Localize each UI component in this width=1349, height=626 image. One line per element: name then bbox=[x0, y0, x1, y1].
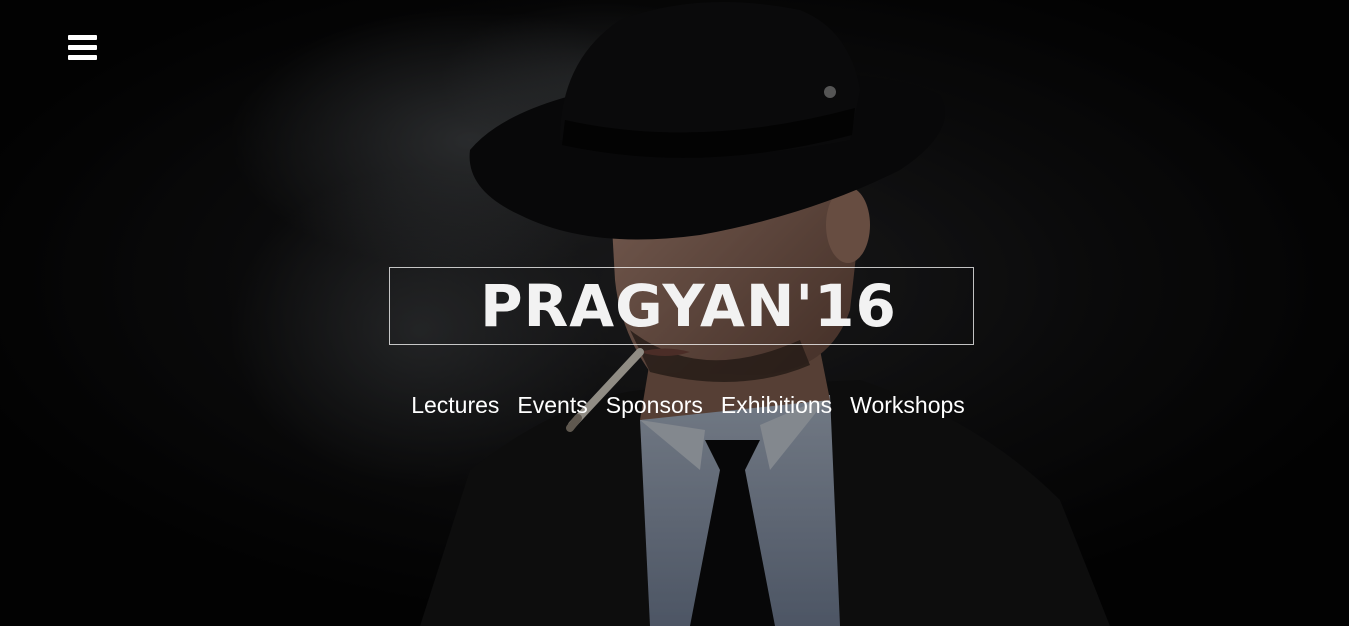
main-nav: Lectures Events Sponsors Exhibitions Wor… bbox=[389, 388, 987, 422]
hamburger-menu-icon[interactable] bbox=[68, 35, 97, 61]
nav-link-sponsors[interactable]: Sponsors bbox=[606, 388, 703, 422]
nav-link-workshops[interactable]: Workshops bbox=[850, 388, 965, 422]
menu-bar bbox=[68, 55, 97, 60]
nav-link-events[interactable]: Events bbox=[517, 388, 587, 422]
hero-section: PRAGYAN'16 Lectures Events Sponsors Exhi… bbox=[0, 0, 1349, 626]
menu-bar bbox=[68, 35, 97, 40]
title-box: PRAGYAN'16 bbox=[389, 267, 974, 345]
site-title: PRAGYAN'16 bbox=[480, 272, 897, 340]
nav-link-lectures[interactable]: Lectures bbox=[411, 388, 499, 422]
menu-bar bbox=[68, 45, 97, 50]
nav-link-exhibitions[interactable]: Exhibitions bbox=[721, 388, 832, 422]
